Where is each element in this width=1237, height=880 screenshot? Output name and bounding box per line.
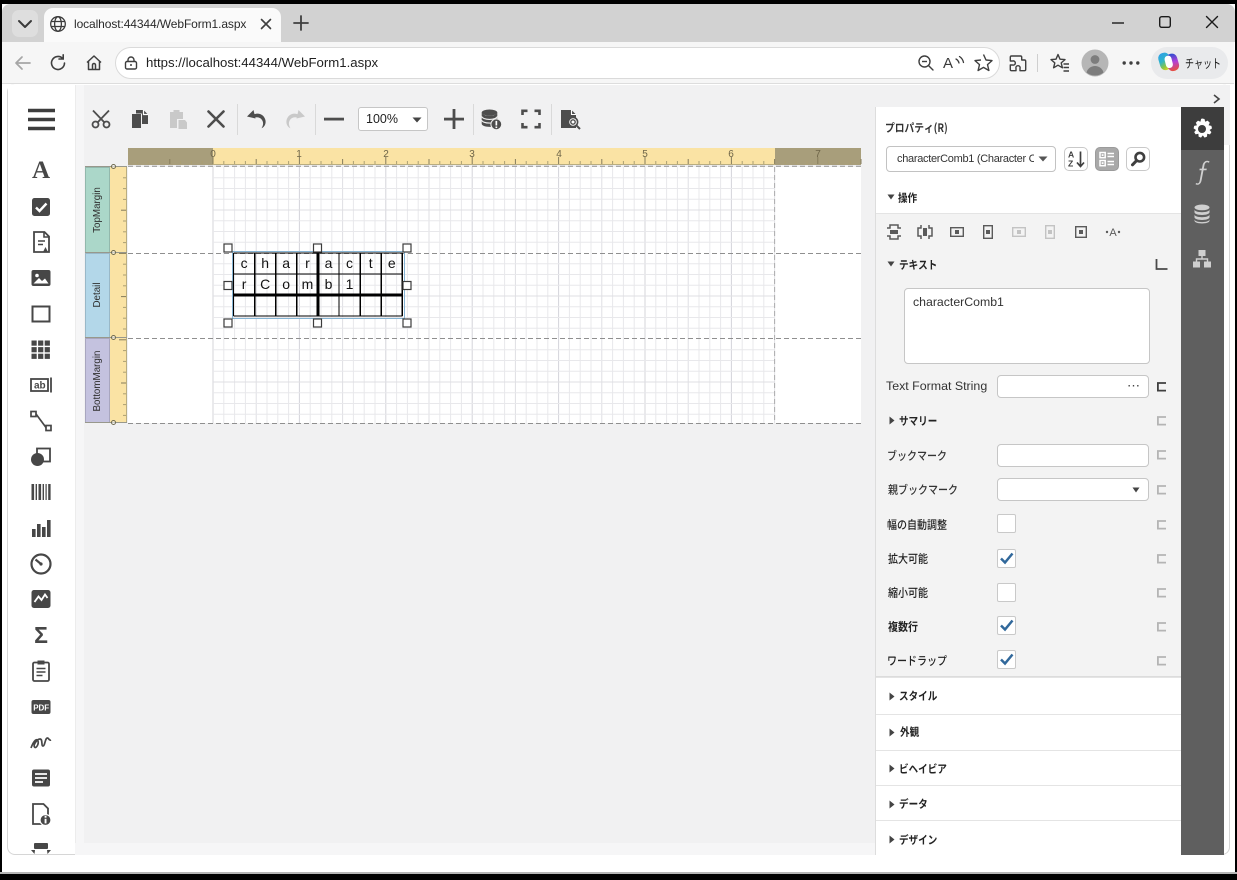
svg-text:Z: Z	[1068, 159, 1073, 169]
svg-text:c: c	[346, 255, 353, 271]
svg-text:ab: ab	[34, 381, 46, 392]
svg-text:A: A	[943, 55, 953, 72]
svg-text:1: 1	[346, 276, 354, 292]
svg-text:o: o	[282, 276, 290, 292]
svg-text:r: r	[305, 255, 310, 271]
svg-text:t: t	[369, 255, 373, 271]
svg-text:PDF: PDF	[33, 704, 49, 713]
svg-text:A: A	[1109, 227, 1117, 239]
svg-text:C: C	[260, 276, 270, 292]
svg-text:b: b	[325, 276, 333, 292]
svg-text:e: e	[388, 255, 396, 271]
svg-text:a: a	[282, 255, 290, 271]
svg-text:m: m	[302, 276, 314, 292]
svg-text:r: r	[242, 276, 247, 292]
svg-text:a: a	[325, 255, 333, 271]
svg-text:c: c	[241, 255, 248, 271]
svg-text:h: h	[261, 255, 269, 271]
